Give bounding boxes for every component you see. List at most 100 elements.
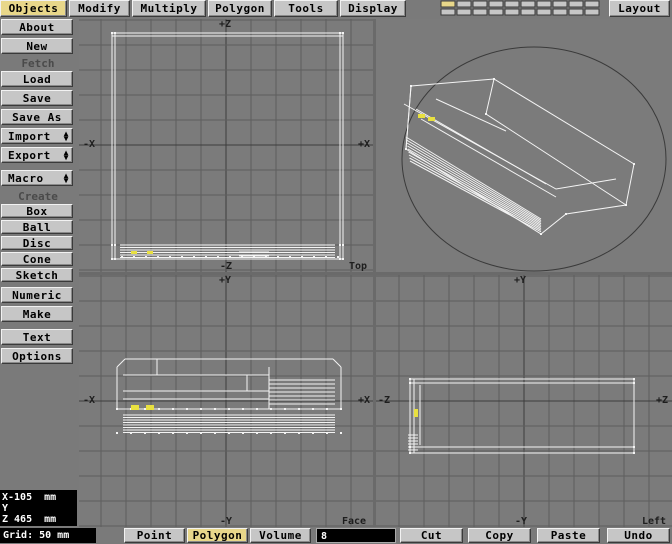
save-as-button[interactable]: Save As [1, 109, 73, 125]
coord-x: X-105 mm [2, 492, 57, 503]
wire-point [312, 408, 314, 410]
coord-z: Z 465 mm [2, 514, 57, 525]
box-button[interactable]: Box [1, 204, 73, 218]
coord-y: Y [2, 503, 9, 514]
sketch-button[interactable]: Sketch [1, 268, 73, 282]
axis-label-left: -X [83, 139, 96, 150]
selected-polygon [147, 251, 153, 254]
wire-point [172, 432, 174, 434]
perspective-viewport[interactable] [376, 19, 672, 272]
wire-point [409, 378, 411, 380]
load-button[interactable]: Load [1, 71, 73, 87]
tab-display[interactable]: Display [340, 0, 406, 17]
wire-point [130, 432, 132, 434]
wire-point [158, 432, 160, 434]
wire-point [116, 432, 118, 434]
macro-label: Macro [8, 171, 44, 185]
wire-point [633, 378, 635, 380]
top-viewport[interactable]: +Z -Z -X +X Top [79, 19, 373, 272]
wire-point [200, 432, 202, 434]
wire-point [337, 256, 339, 258]
wire-point [339, 258, 341, 260]
layer-slot [504, 8, 520, 16]
wire-point [186, 408, 188, 410]
wire-point [342, 258, 344, 260]
updown-arrow-icon: ▲ ▼ [63, 148, 69, 162]
macro-dropdown[interactable]: Macro ▲ ▼ [1, 170, 73, 186]
layer-slot [552, 0, 568, 8]
layer-slot [456, 8, 472, 16]
about-button[interactable]: About [1, 19, 73, 35]
wire-point [114, 244, 116, 246]
wire-point [493, 78, 495, 80]
layer-selector[interactable] [440, 0, 604, 17]
updown-arrow-icon: ▲ ▼ [63, 129, 69, 143]
tab-multiply[interactable]: Multiply [132, 0, 206, 17]
disc-button[interactable]: Disc [1, 236, 73, 250]
wire-edge [332, 358, 342, 368]
wire-point [409, 382, 411, 384]
new-button[interactable]: New [1, 38, 73, 54]
wire-point [181, 256, 183, 258]
make-button[interactable]: Make [1, 306, 73, 322]
axis-label-down: -Z [220, 261, 233, 272]
import-dropdown[interactable]: Import ▲ ▼ [1, 128, 73, 144]
layer-slot [488, 0, 504, 8]
wire-point [116, 408, 118, 410]
wire-point [217, 256, 219, 258]
options-button[interactable]: Options [1, 348, 73, 364]
undo-button[interactable]: Undo [607, 528, 670, 543]
numeric-button[interactable]: Numeric [1, 287, 73, 303]
export-dropdown[interactable]: Export ▲ ▼ [1, 147, 73, 163]
wire-point [313, 256, 315, 258]
wire-point [114, 258, 116, 260]
wire-point [169, 256, 171, 258]
ball-button[interactable]: Ball [1, 220, 73, 234]
wire-point [228, 408, 230, 410]
cut-button[interactable]: Cut [400, 528, 463, 543]
wire-point [340, 408, 342, 410]
cone-button[interactable]: Cone [1, 252, 73, 266]
wire-point [342, 244, 344, 246]
wire-point [410, 85, 412, 87]
grid-readout: Grid: 50 mm [0, 528, 96, 543]
tab-modify[interactable]: Modify [69, 0, 130, 17]
save-button[interactable]: Save [1, 90, 73, 106]
layout-button[interactable]: Layout [609, 0, 670, 17]
wire-point [409, 446, 411, 448]
layer-slot [568, 0, 584, 8]
tab-objects[interactable]: Objects [0, 0, 67, 17]
wire-point [205, 256, 207, 258]
mode-polygon[interactable]: Polygon [187, 528, 248, 543]
wire-edge [408, 154, 542, 230]
text-button[interactable]: Text [1, 329, 73, 345]
mode-volume[interactable]: Volume [250, 528, 311, 543]
selected-polygon [131, 405, 139, 410]
wire-edge [406, 139, 542, 222]
wire-point [200, 408, 202, 410]
wire-point [312, 432, 314, 434]
paste-button[interactable]: Paste [537, 528, 600, 543]
wire-point [540, 233, 542, 235]
copy-button[interactable]: Copy [468, 528, 531, 543]
numeric-field[interactable]: 8 [316, 528, 396, 543]
wire-point [228, 432, 230, 434]
wire-edge [485, 78, 627, 206]
layer-slot [488, 8, 504, 16]
wire-point [284, 432, 286, 434]
face-viewport[interactable]: +Y -Y -X +X Face [79, 275, 373, 527]
wire-point [485, 113, 487, 115]
layer-slot [472, 0, 488, 8]
wire-edge [409, 157, 542, 231]
wire-point [145, 256, 147, 258]
wire-point [326, 408, 328, 410]
selected-polygon [146, 405, 154, 410]
wire-point [133, 256, 135, 258]
left-viewport[interactable]: +Y -Y -Z +Z Left [376, 275, 672, 527]
wire-point [326, 432, 328, 434]
fetch-header: Fetch [21, 57, 55, 70]
tab-polygon[interactable]: Polygon [208, 0, 272, 17]
wire-point [121, 256, 123, 258]
tab-tools[interactable]: Tools [274, 0, 338, 17]
mode-point[interactable]: Point [124, 528, 185, 543]
